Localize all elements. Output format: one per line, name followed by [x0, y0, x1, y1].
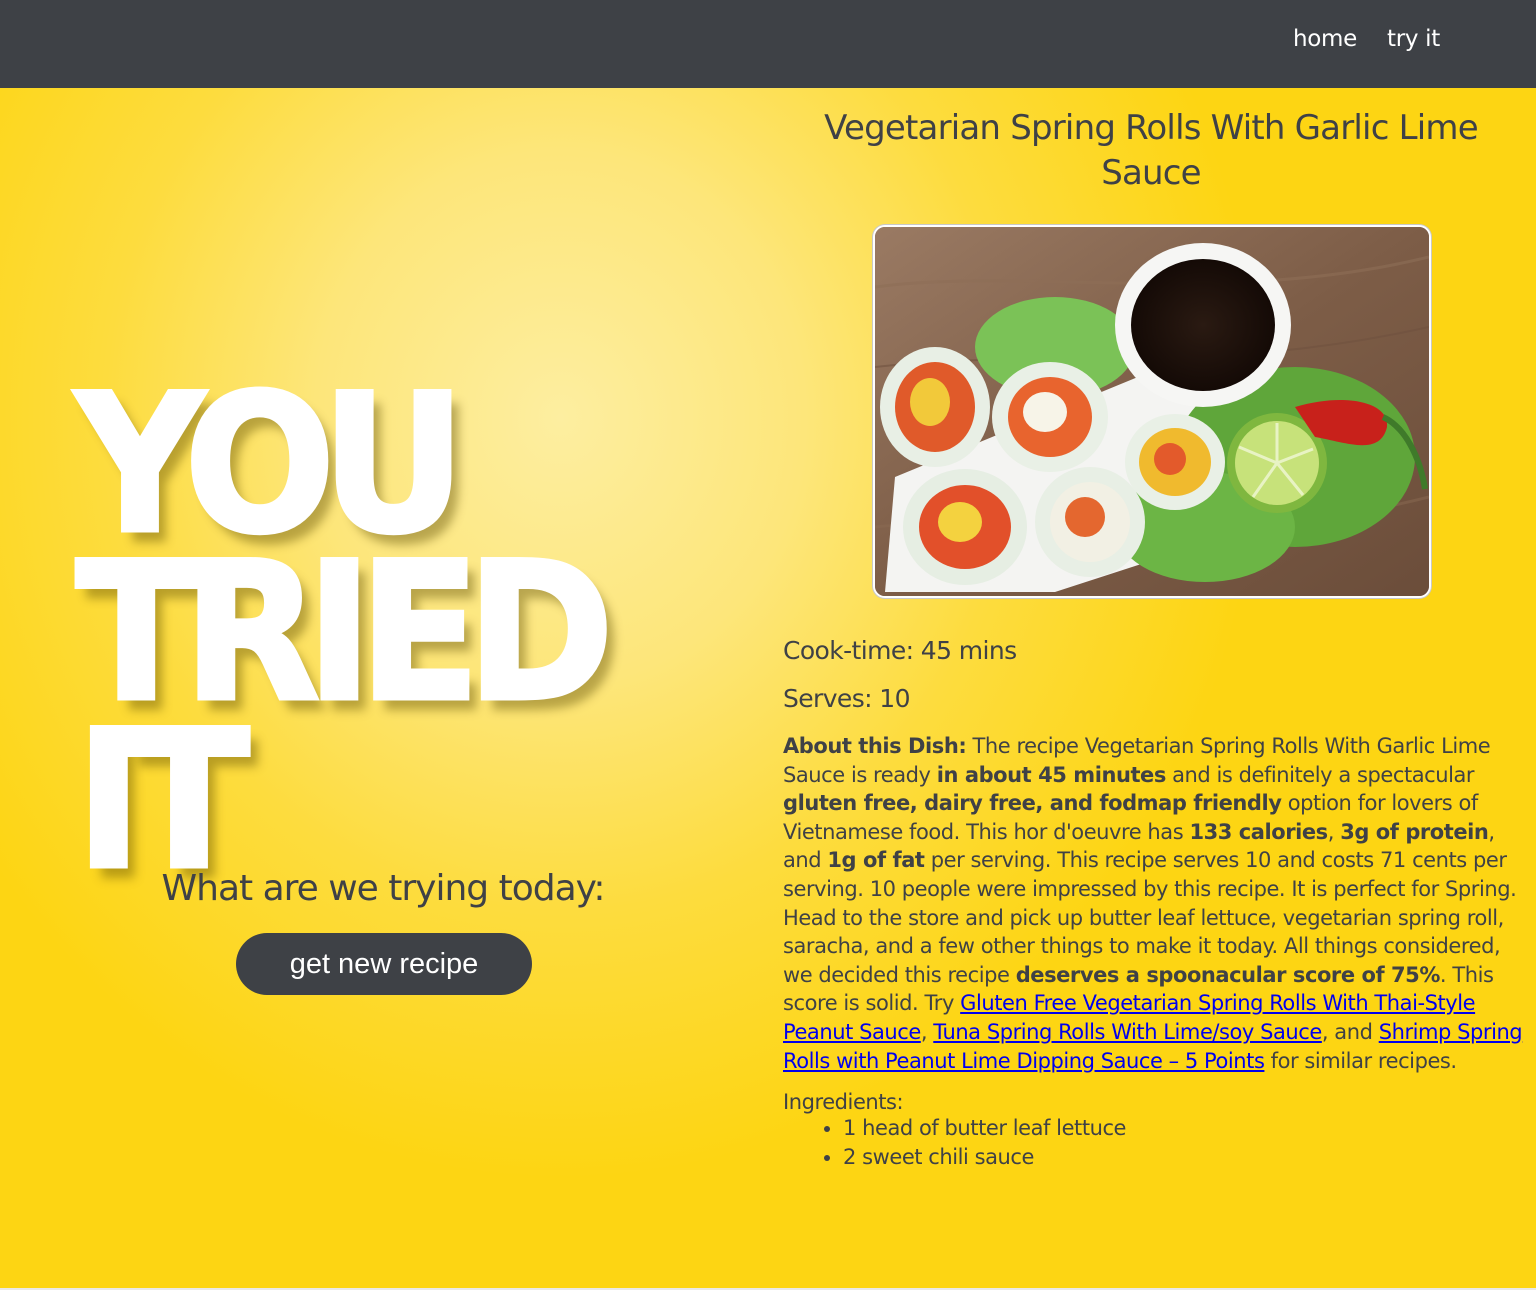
- get-new-recipe-button[interactable]: get new recipe: [236, 933, 532, 995]
- about-text: and is definitely a spectacular: [1165, 762, 1475, 787]
- about-bold-time: in about 45 minutes: [936, 762, 1167, 787]
- top-navbar: home try it: [0, 0, 1536, 88]
- about-bold-fat: 1g of fat: [827, 848, 925, 873]
- ingredients-label: Ingredients:: [783, 1090, 904, 1115]
- recipe-title: Vegetarian Spring Rolls With Garlic Lime…: [824, 108, 1478, 193]
- about-text: ,: [920, 1019, 934, 1044]
- serves: Serves: 10: [783, 684, 911, 713]
- about-label: About this Dish:: [783, 734, 967, 758]
- similar-recipe-link-2[interactable]: Tuna Spring Rolls With Lime/soy Sauce: [933, 1020, 1322, 1044]
- about-bold-diet: gluten free, dairy free, and fodmap frie…: [783, 791, 1282, 816]
- try-prompt: What are we trying today:: [161, 868, 606, 909]
- about-text: for similar recipes.: [1264, 1048, 1457, 1073]
- recipe-image: [873, 225, 1431, 598]
- about-text: , and: [1321, 1019, 1379, 1044]
- recipe-details: Cook-time: 45 mins Serves: 10 About this…: [783, 636, 1523, 1182]
- about-dish: About this Dish: The recipe Vegetarian S…: [783, 732, 1523, 1075]
- ingredient-item: 1 head of butter leaf lettuce: [843, 1114, 1523, 1143]
- about-bold-score: deserves a spoonacular score of 75%: [1015, 962, 1441, 987]
- about-text: ,: [1327, 819, 1341, 844]
- ingredients-list: 1 head of butter leaf lettuce 2 sweet ch…: [783, 1114, 1523, 1171]
- ingredient-item: 2 sweet chili sauce: [843, 1143, 1523, 1172]
- main-content: YOU TRIED IT What are we trying today: g…: [0, 88, 1536, 1288]
- nav-links: home try it: [1293, 26, 1440, 52]
- nav-link-home[interactable]: home: [1293, 26, 1357, 52]
- cook-time: Cook-time: 45 mins: [783, 636, 1017, 665]
- about-bold-protein: 3g of protein: [1340, 819, 1489, 844]
- about-bold-calories: 133 calories: [1189, 819, 1328, 844]
- nav-link-try-it[interactable]: try it: [1387, 26, 1440, 52]
